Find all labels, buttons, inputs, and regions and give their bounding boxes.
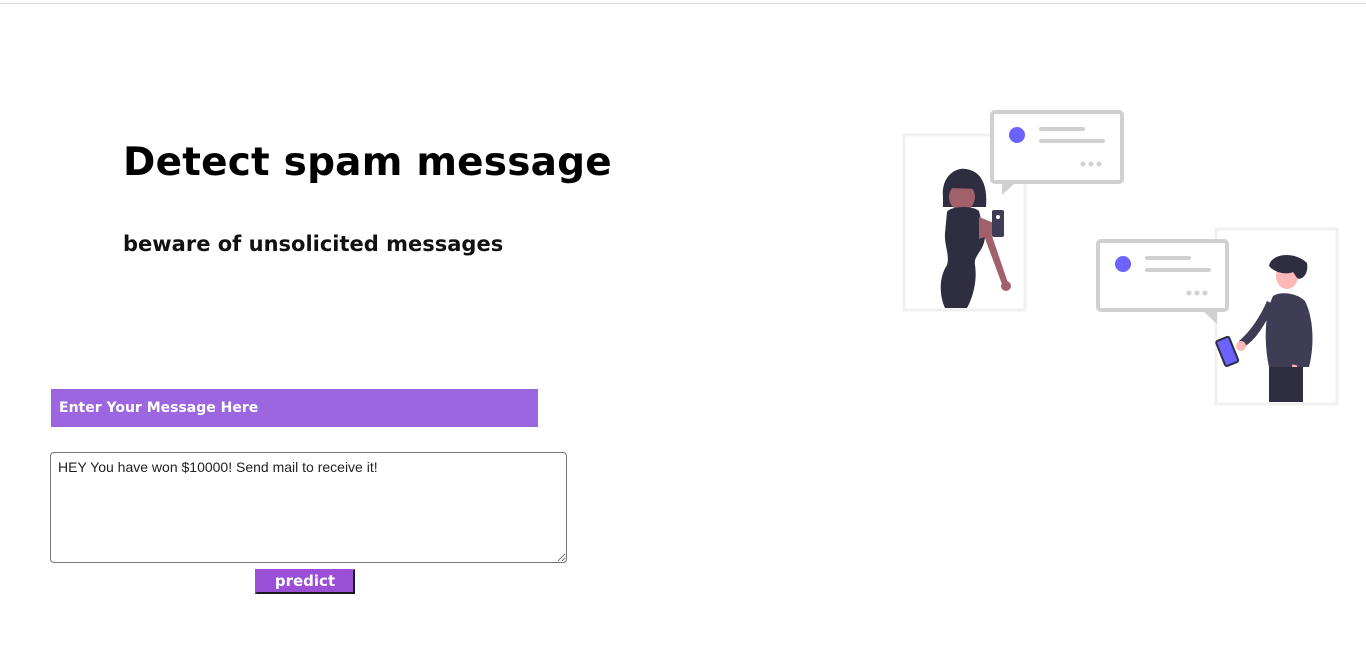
page-title: Detect spam message (123, 140, 612, 185)
avatar-dot-icon (1115, 256, 1131, 272)
top-chat-bubble (990, 110, 1124, 195)
message-input[interactable]: HEY You have won $10000! Send mail to re… (50, 452, 567, 563)
message-label-banner: Enter Your Message Here (51, 389, 538, 427)
man-figure (1215, 255, 1313, 402)
woman-figure (940, 168, 1011, 308)
chat-people-illustration (902, 110, 1339, 406)
phone-icon (992, 210, 1004, 237)
page-subtitle: beware of unsolicited messages (123, 232, 504, 256)
page: Detect spam message beware of unsolicite… (0, 0, 1366, 662)
bottom-chat-bubble (1096, 239, 1229, 324)
avatar-dot-icon (1009, 127, 1025, 143)
top-divider (0, 3, 1366, 4)
predict-button[interactable]: predict (255, 569, 355, 594)
phone-icon (1215, 335, 1240, 367)
